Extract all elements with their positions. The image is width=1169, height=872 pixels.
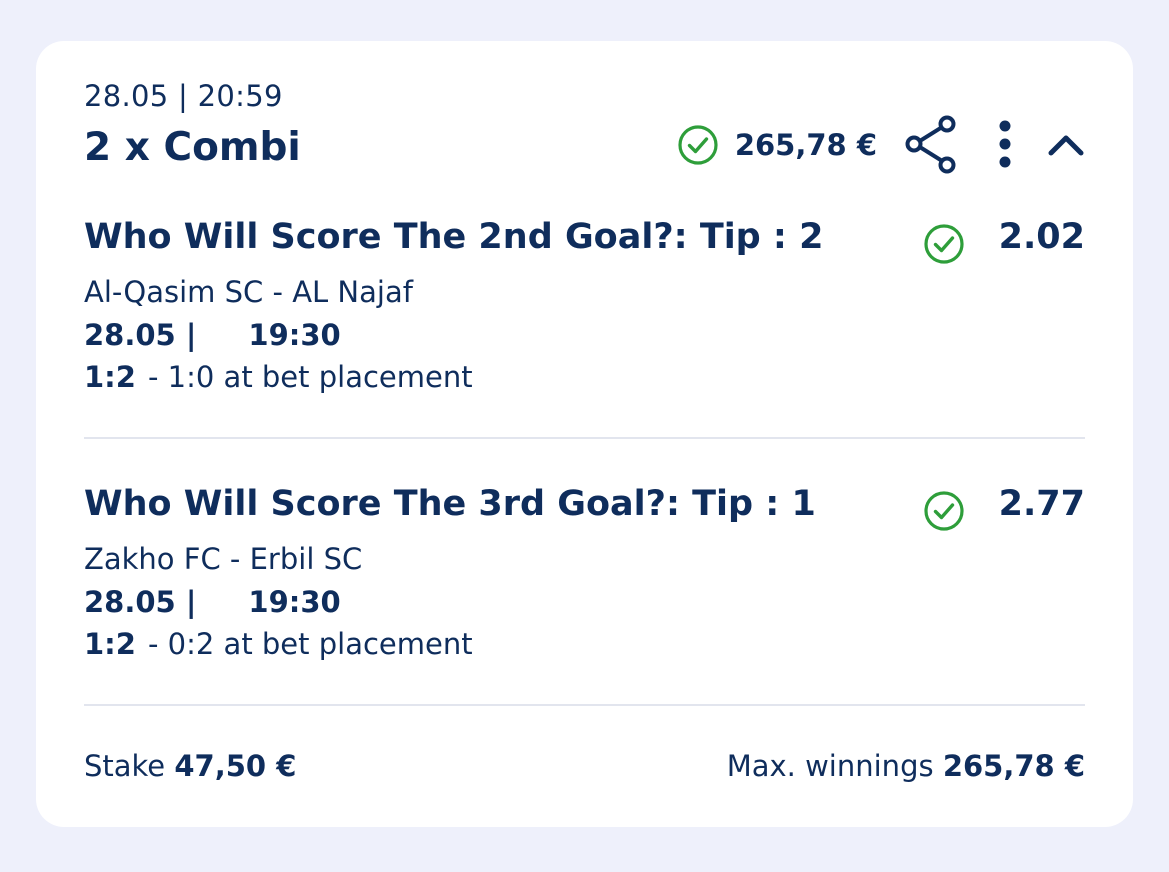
max-winnings-summary: Max. winnings 265,78 € xyxy=(727,749,1085,783)
selection-score: 1:2 - 0:2 at bet placement xyxy=(84,627,473,661)
selection-match: Zakho FC - Erbil SC xyxy=(84,542,363,576)
selection-date: 28.05 | xyxy=(84,585,197,619)
header-actions: 265,78 € xyxy=(677,113,1085,177)
selection-item: Who Will Score The 2nd Goal?: Tip : 2 2.… xyxy=(84,217,1085,397)
stake-label: Stake xyxy=(84,749,166,783)
selection-time: 19:30 xyxy=(248,585,341,619)
placement-score: - 0:2 at bet placement xyxy=(147,627,473,661)
selection-odds: 2.77 xyxy=(998,484,1085,524)
placement-score: - 1:0 at bet placement xyxy=(147,360,473,394)
selection-item: Who Will Score The 3rd Goal?: Tip : 1 2.… xyxy=(84,484,1085,664)
max-winnings-label: Max. winnings xyxy=(726,749,934,783)
max-winnings-value: 265,78 € xyxy=(942,749,1085,783)
selection-date: 28.05 | xyxy=(84,318,197,352)
selection-time: 19:30 xyxy=(248,318,341,352)
check-circle-icon xyxy=(923,490,965,536)
bet-header: 28.05 | 20:59 2 x Combi 265,78 € xyxy=(84,77,1085,177)
bet-date-time: 28.05 | 20:59 xyxy=(84,79,283,113)
final-score: 1:2 xyxy=(84,360,136,394)
selection-odds: 2.02 xyxy=(998,217,1085,257)
stake-summary: Stake 47,50 € xyxy=(84,749,296,783)
selection-datetime: 28.05 | 19:30 xyxy=(84,585,341,619)
bet-type-title: 2 x Combi xyxy=(84,125,301,170)
check-circle-icon xyxy=(677,124,719,166)
bet-card: 28.05 | 20:59 2 x Combi 265,78 € Who Wil… xyxy=(36,41,1133,827)
selection-datetime: 28.05 | 19:30 xyxy=(84,318,341,352)
chevron-up-icon[interactable] xyxy=(1047,133,1085,157)
selection-title: Who Will Score The 3rd Goal?: Tip : 1 xyxy=(84,484,816,524)
stake-value: 47,50 € xyxy=(174,749,297,783)
more-vertical-icon[interactable] xyxy=(997,120,1013,170)
check-circle-icon xyxy=(923,223,965,269)
divider xyxy=(84,704,1085,706)
selection-match: Al-Qasim SC - AL Najaf xyxy=(84,275,413,309)
selection-score: 1:2 - 1:0 at bet placement xyxy=(84,360,473,394)
share-icon[interactable] xyxy=(903,114,959,176)
potential-payout: 265,78 € xyxy=(734,128,877,162)
final-score: 1:2 xyxy=(84,627,136,661)
selection-title: Who Will Score The 2nd Goal?: Tip : 2 xyxy=(84,217,824,257)
divider xyxy=(84,437,1085,439)
